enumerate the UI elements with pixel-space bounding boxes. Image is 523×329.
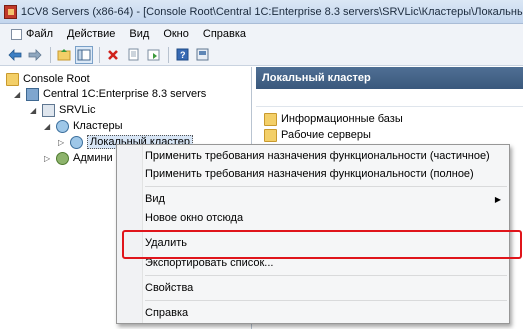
server-group-icon (26, 87, 39, 101)
expand-icon[interactable]: ▷ (44, 154, 53, 163)
tree-item-admins[interactable]: ▷ Админи (44, 150, 113, 166)
ctx-help[interactable]: Справка (145, 304, 507, 322)
console-icon[interactable] (193, 46, 211, 64)
file-menu-icon (11, 28, 22, 40)
ctx-apply-partial[interactable]: Применить требования назначения функцион… (145, 147, 507, 165)
clusters-icon (56, 119, 69, 133)
panel-column-header (256, 89, 523, 107)
menu-help[interactable]: Справка (196, 24, 253, 44)
up-folder-icon[interactable] (55, 46, 73, 64)
window-title: 1CV8 Servers (x86-64) - [Console Root\Ce… (20, 5, 523, 18)
collapse-icon[interactable]: ◢ (14, 90, 23, 99)
forward-arrow-icon[interactable] (26, 46, 44, 64)
menu-view[interactable]: Вид (122, 24, 156, 44)
tree-item-clusters[interactable]: ◢ Кластеры (44, 118, 123, 134)
delete-icon[interactable] (104, 46, 122, 64)
ctx-view[interactable]: Вид ▶ (145, 190, 507, 208)
properties-icon[interactable] (144, 46, 162, 64)
ctx-separator (145, 186, 507, 187)
admins-icon (56, 151, 69, 165)
help-icon[interactable]: ? (173, 46, 191, 64)
collapse-icon[interactable]: ◢ (44, 122, 53, 131)
ctx-new-window[interactable]: Новое окно отсюда (145, 209, 507, 227)
list-item-infobases[interactable]: Информационные базы (264, 111, 403, 127)
back-arrow-icon[interactable] (6, 46, 24, 64)
export-icon[interactable] (124, 46, 142, 64)
svg-text:?: ? (180, 50, 186, 60)
menu-bar: Файл Действие Вид Окно Справка (0, 24, 523, 44)
folder-icon (264, 128, 277, 142)
app-icon (4, 4, 17, 19)
list-item-work-servers[interactable]: Рабочие серверы (264, 127, 371, 143)
folder-icon (6, 72, 19, 86)
tree-item-srvlic[interactable]: ◢ SRVLic (30, 102, 95, 118)
collapse-icon[interactable]: ◢ (30, 106, 39, 115)
toolbar: ? (0, 44, 523, 66)
delete-highlight-box (122, 230, 522, 259)
ctx-separator (145, 300, 507, 301)
expand-icon[interactable]: ▷ (58, 138, 67, 147)
menu-window[interactable]: Окно (156, 24, 196, 44)
title-bar: 1CV8 Servers (x86-64) - [Console Root\Ce… (0, 0, 523, 24)
submenu-arrow-icon: ▶ (494, 194, 501, 204)
toolbar-separator (50, 46, 51, 63)
computer-icon (42, 103, 55, 117)
tree-item-console-root[interactable]: Console Root (6, 71, 90, 87)
toolbar-separator (99, 46, 100, 63)
cluster-icon (70, 135, 83, 149)
folder-icon (264, 112, 277, 126)
ctx-apply-full[interactable]: Применить требования назначения функцион… (145, 165, 507, 183)
tree-item-central-servers[interactable]: ◢ Central 1C:Enterprise 8.3 servers (14, 86, 206, 102)
panel-title: Локальный кластер (256, 67, 523, 89)
menu-file[interactable]: Файл (4, 24, 60, 44)
menu-action[interactable]: Действие (60, 24, 122, 44)
show-tree-icon[interactable] (75, 45, 93, 64)
ctx-separator (145, 275, 507, 276)
ctx-properties[interactable]: Свойства (145, 279, 507, 297)
toolbar-separator (168, 46, 169, 63)
